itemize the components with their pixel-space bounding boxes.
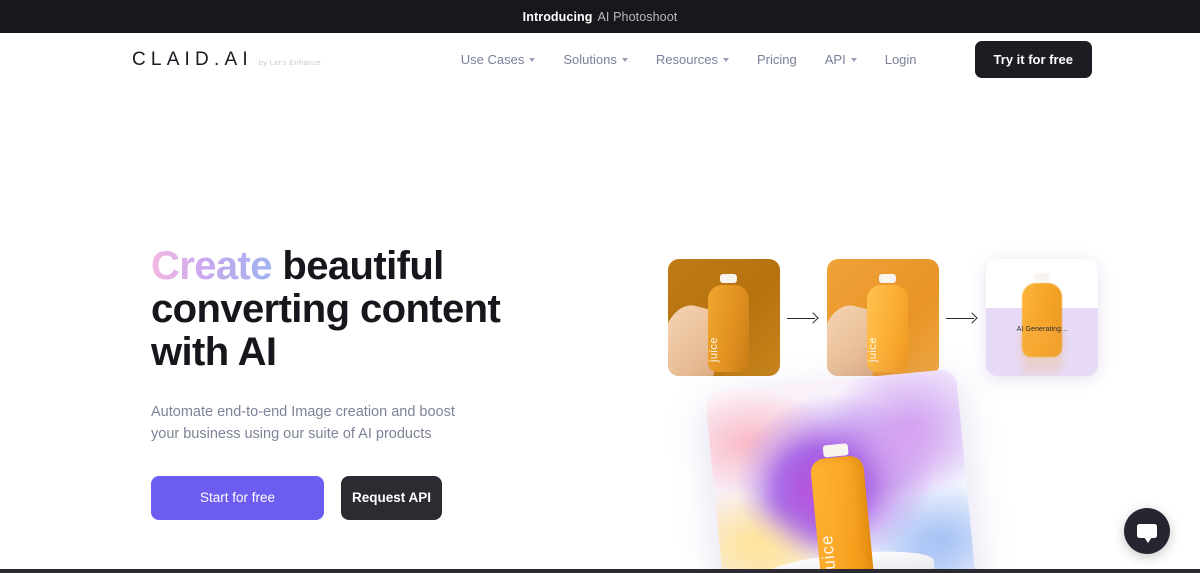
brand-tagline: by Let's Enhance [258,57,321,67]
page-bottom-edge [0,569,1200,573]
bottle-body: juice [867,285,908,373]
nav-label-use-cases: Use Cases [460,51,525,67]
headline-line3: with AI [151,330,277,375]
nav-item-resources[interactable]: Resources [656,52,729,67]
bottle-cap [720,274,737,284]
chat-bubble-icon [1137,524,1157,543]
headline-gradient-word: Create [151,244,273,288]
bottle-cap [1033,273,1051,282]
announcement-bar[interactable]: Introducing AI Photoshoot [0,0,1200,33]
bottle-label-text: juice [708,336,721,362]
bottle-cap [822,443,849,458]
chevron-down-icon [723,58,729,62]
hero-section: Create beautiful converting content with… [0,85,1200,573]
nav-item-login[interactable]: Login [885,52,917,67]
try-it-for-free-button[interactable]: Try it for free [974,40,1092,78]
nav-item-api[interactable]: API [825,52,857,67]
arrow-right-icon-1 [780,259,827,376]
product-bottle: juice [708,274,749,373]
showcase-card-original[interactable]: juice [668,259,780,376]
nav-label-api: API [824,51,846,67]
hero-render-card[interactable]: juice [704,368,980,573]
arrow-right-icon-2 [939,259,986,376]
main-navigation: Use Cases Solutions Resources Pricing AP… [461,40,1092,78]
hero-subheading: Automate end-to-end Image creation and b… [151,401,671,446]
nav-label-solutions: Solutions [563,51,617,67]
ai-generating-status: AI Generating... [1016,325,1068,333]
page-title: Create beautiful converting content with… [151,244,671,375]
brand-name: CLAID.AI [132,48,253,70]
bottle-body: juice [708,285,749,373]
nav-item-use-cases[interactable]: Use Cases [461,52,536,67]
nav-item-pricing[interactable]: Pricing [757,52,797,67]
chat-widget-button[interactable] [1124,508,1170,554]
subheading-line2: your business using our suite of AI prod… [151,426,432,443]
showcase-card-generating[interactable]: AI Generating... [986,259,1098,376]
headline-line1-rest: beautiful [271,244,444,288]
subheading-line1: Automate end-to-end Image creation and b… [151,403,455,420]
hero-render-card-wrapper: juice [704,368,980,573]
request-api-button[interactable]: Request API [341,475,442,520]
bottle-label-text: juice [817,533,840,573]
hero-button-row: Start for free Request API [151,475,671,520]
chevron-down-icon [529,58,536,62]
hero-copy-block: Create beautiful converting content with… [151,244,671,520]
nav-label-resources: Resources [655,51,718,67]
showcase-strip: juice juice AI Generating... [668,259,1098,376]
nav-label-login: Login [884,51,917,67]
headline-line2: converting content [151,287,501,332]
start-for-free-button[interactable]: Start for free [151,475,324,520]
showcase-card-enhanced[interactable]: juice [827,259,939,376]
chevron-down-icon [621,58,628,62]
nav-label-pricing: Pricing [757,51,797,67]
announcement-light-text: AI Photoshoot [597,9,678,24]
brand-logo-link[interactable]: CLAID.AI by Let's Enhance [132,50,321,69]
site-header: CLAID.AI by Let's Enhance Use Cases Solu… [0,33,1200,85]
chevron-down-icon [850,58,857,62]
product-bottle: juice [867,274,908,373]
announcement-strong-text: Introducing [522,9,593,24]
bottle-cap [879,274,896,284]
bottle-label-text: juice [867,336,880,362]
nav-item-solutions[interactable]: Solutions [563,51,628,67]
